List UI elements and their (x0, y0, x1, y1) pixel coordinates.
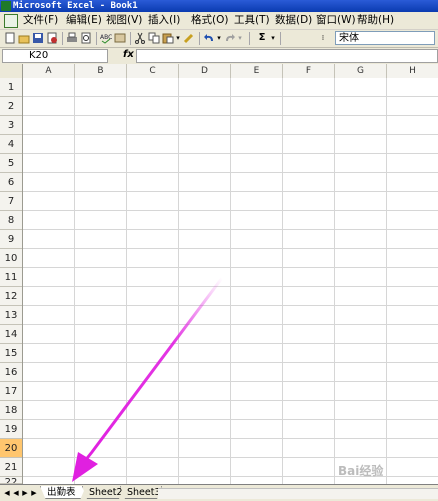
row-header[interactable]: 8 (0, 211, 22, 230)
copy-icon[interactable] (148, 32, 160, 44)
menu-insert[interactable]: 插入(I) (148, 13, 180, 28)
open-icon[interactable] (18, 32, 30, 44)
paste-icon[interactable] (162, 32, 174, 44)
menu-bar: 文件(F) 编辑(E) 视图(V) 插入(I) 格式(O) 工具(T) 数据(D… (0, 12, 438, 30)
column-header-bar: A B C D E F G H (0, 64, 438, 79)
row-header[interactable]: 4 (0, 135, 22, 154)
row-header[interactable]: 7 (0, 192, 22, 211)
row-header[interactable]: 19 (0, 420, 22, 439)
row-header-bar: 1 2 3 4 5 6 7 8 9 10 11 12 13 14 15 16 1… (0, 78, 23, 484)
cut-icon[interactable] (134, 32, 146, 44)
print-icon[interactable] (66, 32, 78, 44)
toolbar-separator (280, 32, 281, 45)
row-header-active[interactable]: 20 (0, 439, 22, 458)
prev-sheet-icon[interactable]: ◀ (12, 488, 20, 498)
row-header[interactable]: 3 (0, 116, 22, 135)
row-header[interactable]: 21 (0, 458, 22, 477)
insert-function-icon[interactable]: fx (123, 49, 134, 60)
menu-file[interactable]: 文件(F) (23, 13, 58, 28)
row-header[interactable]: 14 (0, 325, 22, 344)
row-header[interactable]: 11 (0, 268, 22, 287)
row-header[interactable]: 1 (0, 78, 22, 97)
menu-format[interactable]: 格式(O) (191, 13, 228, 28)
toolbar-separator (199, 32, 200, 45)
sheet-tab-sheet2[interactable]: Sheet2 (82, 486, 124, 499)
column-header-d[interactable]: D (179, 64, 231, 78)
sheet-tab-bar: ◀ ◀ ▶ ▶ 出勤表 Sheet2 Sheet3 (0, 484, 438, 501)
row-header[interactable]: 12 (0, 287, 22, 306)
formula-input[interactable] (136, 49, 438, 63)
toolbar-separator (62, 32, 63, 45)
menu-view[interactable]: 视图(V) (106, 13, 142, 28)
menu-help[interactable]: 帮助(H) (357, 13, 394, 28)
workbook-icon[interactable] (4, 14, 18, 28)
name-box[interactable]: K20 (2, 49, 108, 63)
autosum-icon[interactable]: Σ (256, 32, 268, 44)
paste-dropdown-icon[interactable]: ▾ (175, 32, 181, 44)
save-icon[interactable] (32, 32, 44, 44)
research-icon[interactable] (114, 32, 126, 44)
toolbar-separator (249, 32, 250, 45)
row-header[interactable]: 9 (0, 230, 22, 249)
column-header-g[interactable]: G (335, 64, 387, 78)
sheet-tab-sheet3[interactable]: Sheet3 (120, 486, 162, 499)
window-title: Microsoft Excel - Book1 (13, 1, 138, 11)
row-header[interactable]: 22 (0, 477, 22, 484)
row-header[interactable]: 10 (0, 249, 22, 268)
row-header[interactable]: 16 (0, 363, 22, 382)
font-name-field[interactable]: 宋体 (335, 31, 435, 45)
row-header[interactable]: 6 (0, 173, 22, 192)
column-header-e[interactable]: E (231, 64, 283, 78)
watermark: Bai经验 (338, 464, 384, 478)
undo-dropdown-icon[interactable]: ▾ (216, 32, 222, 44)
undo-icon[interactable] (203, 32, 215, 44)
menu-window[interactable]: 窗口(W) (316, 13, 356, 28)
spelling-icon[interactable]: ABC (100, 32, 112, 44)
column-header-h[interactable]: H (387, 64, 438, 78)
svg-text:ABC: ABC (100, 34, 112, 41)
new-icon[interactable] (4, 32, 16, 44)
standard-toolbar: ABC ▾ ▾ ▾ Σ ▾ ⁞ 宋体 (0, 30, 438, 48)
autosum-dropdown-icon[interactable]: ▾ (270, 32, 276, 44)
column-header-a[interactable]: A (23, 64, 75, 78)
first-sheet-icon[interactable]: ◀ (3, 488, 11, 498)
row-header[interactable]: 13 (0, 306, 22, 325)
format-painter-icon[interactable] (183, 32, 195, 44)
title-bar: Microsoft Excel - Book1 (0, 0, 438, 12)
menu-tools[interactable]: 工具(T) (234, 13, 270, 28)
cell-grid[interactable] (23, 78, 438, 484)
print-preview-icon[interactable] (80, 32, 92, 44)
redo-dropdown-icon[interactable]: ▾ (237, 32, 243, 44)
row-header[interactable]: 15 (0, 344, 22, 363)
toolbar-options-icon[interactable]: ⁞ (320, 32, 326, 44)
row-header[interactable]: 18 (0, 401, 22, 420)
excel-app-icon (1, 1, 11, 11)
toolbar-separator (130, 32, 131, 45)
redo-icon[interactable] (224, 32, 236, 44)
row-header[interactable]: 5 (0, 154, 22, 173)
column-header-f[interactable]: F (283, 64, 335, 78)
horizontal-scrollbar[interactable] (158, 488, 438, 499)
toolbar-separator (96, 32, 97, 45)
next-sheet-icon[interactable]: ▶ (21, 488, 29, 498)
formula-bar: K20 fx (0, 48, 438, 64)
row-header[interactable]: 17 (0, 382, 22, 401)
column-header-c[interactable]: C (127, 64, 179, 78)
select-all-corner[interactable] (0, 64, 23, 78)
sheet-tab-attendance[interactable]: 出勤表 (40, 486, 86, 499)
permission-icon[interactable] (46, 32, 58, 44)
column-header-b[interactable]: B (75, 64, 127, 78)
row-header[interactable]: 2 (0, 97, 22, 116)
last-sheet-icon[interactable]: ▶ (30, 488, 38, 498)
menu-data[interactable]: 数据(D) (275, 13, 312, 28)
menu-edit[interactable]: 编辑(E) (66, 13, 102, 28)
